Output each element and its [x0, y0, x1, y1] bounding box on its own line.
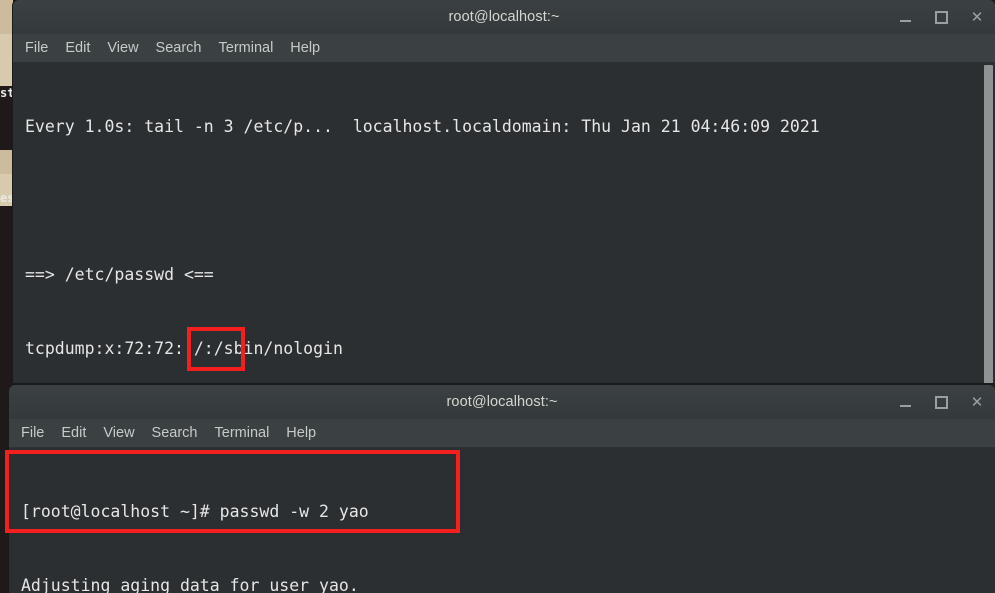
titlebar-watch-window[interactable]: root@localhost:~ ✕: [13, 0, 995, 34]
menubar-passwd-window[interactable]: File Edit View Search Terminal Help: [9, 419, 995, 448]
terminal-line: ==> /etc/passwd <==: [25, 264, 214, 284]
close-button[interactable]: ✕: [969, 394, 985, 410]
menu-terminal[interactable]: Terminal: [215, 425, 270, 441]
minimize-icon: [899, 19, 911, 22]
menu-help[interactable]: Help: [286, 425, 316, 441]
terminal-output-watch[interactable]: Every 1.0s: tail -n 3 /etc/p... localhos…: [13, 63, 995, 383]
menu-help[interactable]: Help: [290, 40, 320, 56]
menu-terminal[interactable]: Terminal: [219, 40, 274, 56]
menu-view[interactable]: View: [103, 425, 134, 441]
maximize-button[interactable]: [933, 9, 949, 25]
terminal-line: tcpdump:x:72:72::/:/sbin/nologin: [25, 338, 343, 358]
background-window-strip: [0, 0, 13, 34]
maximize-icon: [934, 395, 948, 409]
minimize-button[interactable]: [897, 9, 913, 25]
close-icon: ✕: [970, 392, 984, 411]
titlebar-passwd-window[interactable]: root@localhost:~ ✕: [9, 385, 995, 419]
terminal-window-passwd[interactable]: root@localhost:~ ✕ File Edit View Search…: [9, 385, 995, 593]
menu-view[interactable]: View: [107, 40, 138, 56]
menu-search[interactable]: Search: [152, 425, 198, 441]
watch-header-line: Every 1.0s: tail -n 3 /etc/p... localhos…: [25, 117, 820, 137]
menu-edit[interactable]: Edit: [65, 40, 90, 56]
window-controls[interactable]: ✕: [897, 0, 985, 34]
window-controls[interactable]: ✕: [897, 385, 985, 419]
background-window-strip: [0, 150, 13, 174]
menu-edit[interactable]: Edit: [61, 425, 86, 441]
desktop-background: st es root@localhost:~ ✕ File Edit View …: [0, 0, 995, 593]
menu-file[interactable]: File: [21, 425, 44, 441]
close-icon: ✕: [970, 7, 984, 26]
terminal-window-watch[interactable]: root@localhost:~ ✕ File Edit View Search…: [13, 0, 995, 383]
background-window-strip: [0, 34, 13, 86]
scrollbar-thumb[interactable]: [984, 65, 993, 383]
window-title: root@localhost:~: [448, 9, 560, 25]
minimize-icon: [899, 404, 911, 407]
background-text-fragment-1: st: [0, 86, 13, 100]
menubar-watch-window[interactable]: File Edit View Search Terminal Help: [13, 34, 995, 63]
minimize-button[interactable]: [897, 394, 913, 410]
background-text-fragment-2: es: [0, 191, 13, 205]
menu-file[interactable]: File: [25, 40, 48, 56]
maximize-button[interactable]: [933, 394, 949, 410]
menu-search[interactable]: Search: [156, 40, 202, 56]
terminal-command-line: [root@localhost ~]# passwd -w 2 yao: [21, 502, 369, 522]
terminal-line: Adjusting aging data for user yao.: [21, 575, 359, 593]
maximize-icon: [934, 10, 948, 24]
terminal-output-passwd[interactable]: [root@localhost ~]# passwd -w 2 yao Adju…: [9, 448, 995, 593]
terminal-scrollbar[interactable]: [982, 63, 995, 383]
window-title: root@localhost:~: [446, 394, 558, 410]
close-button[interactable]: ✕: [969, 9, 985, 25]
